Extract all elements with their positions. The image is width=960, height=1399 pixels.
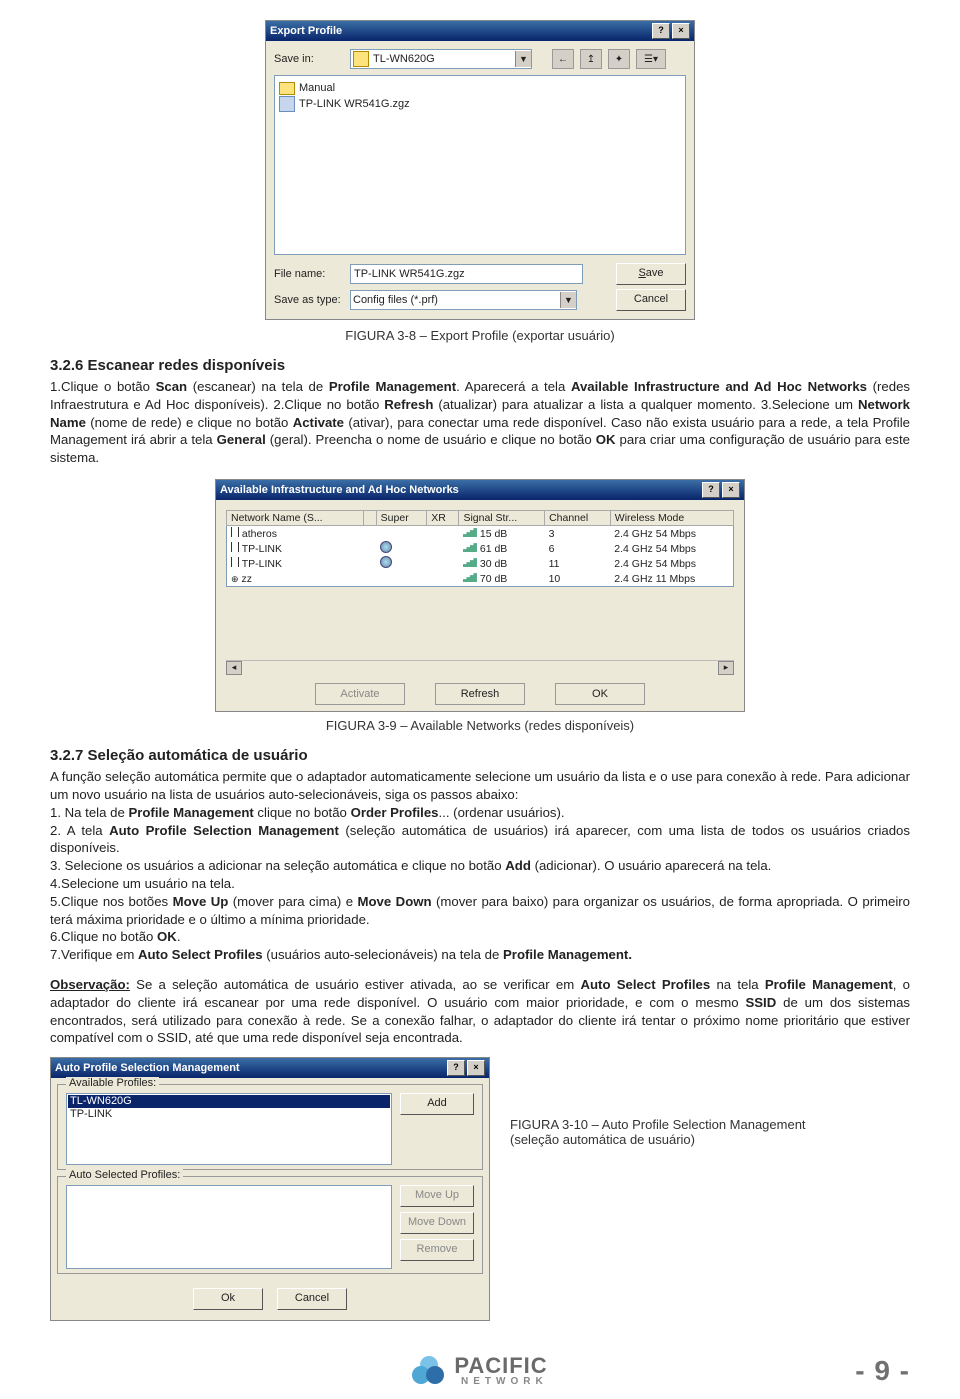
antenna-icon	[231, 527, 239, 537]
available-profiles-label: Available Profiles:	[66, 1077, 159, 1089]
table-header[interactable]: Channel	[545, 511, 611, 526]
refresh-button[interactable]: Refresh	[435, 683, 525, 705]
view-menu-icon[interactable]: ☰▾	[636, 49, 666, 69]
list-item[interactable]: TL-WN620G	[68, 1095, 390, 1108]
table-row[interactable]: ⊕ zz 70 dB102.4 GHz 11 Mbps	[227, 571, 734, 587]
cancel-button[interactable]: Cancel	[277, 1288, 347, 1310]
auto-selected-profiles-group: Auto Selected Profiles: Move Up Move Dow…	[57, 1176, 483, 1274]
section-326-text: 1.Clique o botão Scan (escanear) na tela…	[50, 378, 910, 467]
super-icon	[380, 541, 392, 553]
dialog-titlebar: Export Profile ? ×	[266, 21, 694, 41]
brand-logo: PACIFIC NETWORK	[412, 1355, 547, 1387]
save-in-combo[interactable]: TL-WN620G ▼	[350, 49, 532, 69]
filename-label: File name:	[274, 268, 344, 280]
scroll-left-icon[interactable]: ◂	[226, 661, 242, 675]
list-item[interactable]: TP-LINK WR541G.zgz	[279, 96, 681, 112]
horizontal-scrollbar[interactable]: ◂ ▸	[226, 660, 734, 675]
signal-icon	[463, 557, 477, 567]
close-button[interactable]: ×	[722, 482, 740, 498]
chevron-down-icon[interactable]: ▼	[560, 292, 576, 308]
list-item[interactable]: Manual	[279, 80, 681, 96]
dialog-title: Export Profile	[270, 25, 342, 37]
chevron-down-icon[interactable]: ▼	[515, 51, 531, 67]
ok-button[interactable]: Ok	[193, 1288, 263, 1310]
folder-icon	[279, 82, 295, 95]
folder-icon	[353, 51, 369, 67]
config-file-icon	[279, 96, 295, 112]
available-profiles-group: Available Profiles: TL-WN620G TP-LINK Ad…	[57, 1084, 483, 1170]
signal-icon	[463, 542, 477, 552]
saveastype-label: Save as type:	[274, 294, 344, 306]
auto-profile-selection-dialog: Auto Profile Selection Management ? × Av…	[50, 1057, 490, 1321]
wep-icon: ⊕	[231, 574, 239, 584]
close-button[interactable]: ×	[467, 1060, 485, 1076]
scroll-right-icon[interactable]: ▸	[718, 661, 734, 675]
move-down-button[interactable]: Move Down	[400, 1212, 474, 1234]
back-icon[interactable]: ←	[552, 49, 574, 69]
auto-selected-profiles-label: Auto Selected Profiles:	[66, 1169, 183, 1181]
networks-table[interactable]: Network Name (S... SuperXRSignal Str...Ch…	[226, 510, 734, 587]
save-in-value: TL-WN620G	[371, 53, 515, 65]
saveastype-value: Config files (*.prf)	[351, 294, 560, 306]
auto-selected-profiles-list[interactable]	[66, 1185, 392, 1269]
table-row[interactable]: TP-LINK 61 dB62.4 GHz 54 Mbps	[227, 541, 734, 556]
section-327-intro: A função seleção automática permite que …	[50, 768, 910, 804]
observation-note: Observação: Se a seleção automática de u…	[50, 976, 910, 1047]
dialog-titlebar: Auto Profile Selection Management ? ×	[51, 1058, 489, 1078]
table-row[interactable]: TP-LINK 30 dB112.4 GHz 54 Mbps	[227, 556, 734, 571]
logo-swirl-icon	[412, 1356, 448, 1386]
cancel-button[interactable]: Cancel	[616, 289, 686, 311]
filename-value: TP-LINK WR541G.zgz	[354, 268, 465, 280]
available-networks-dialog: Available Infrastructure and Ad Hoc Netw…	[215, 479, 745, 712]
save-button[interactable]: Save	[616, 263, 686, 285]
signal-icon	[463, 572, 477, 582]
help-button[interactable]: ?	[447, 1060, 465, 1076]
dialog-title: Available Infrastructure and Ad Hoc Netw…	[220, 484, 459, 496]
table-header[interactable]: Wireless Mode	[610, 511, 733, 526]
file-list[interactable]: Manual TP-LINK WR541G.zgz	[274, 75, 686, 255]
figure-caption-39: FIGURA 3-9 – Available Networks (redes d…	[50, 718, 910, 733]
move-up-button[interactable]: Move Up	[400, 1185, 474, 1207]
filename-input[interactable]: TP-LINK WR541G.zgz	[350, 264, 583, 284]
remove-button[interactable]: Remove	[400, 1239, 474, 1261]
page-footer: PACIFIC NETWORK - 9 -	[0, 1349, 960, 1399]
save-in-label: Save in:	[274, 53, 344, 65]
table-row[interactable]: atheros 15 dB32.4 GHz 54 Mbps	[227, 526, 734, 542]
table-header[interactable]: XR	[427, 511, 459, 526]
file-name: TP-LINK WR541G.zgz	[299, 98, 410, 110]
list-item[interactable]: TP-LINK	[68, 1108, 390, 1121]
close-button[interactable]: ×	[672, 23, 690, 39]
help-button[interactable]: ?	[652, 23, 670, 39]
heading-327: 3.2.7 Seleção automática de usuário	[50, 747, 910, 764]
file-name: Manual	[299, 82, 335, 94]
antenna-icon	[231, 557, 239, 567]
dialog-title: Auto Profile Selection Management	[55, 1062, 240, 1074]
figure-caption-38: FIGURA 3-8 – Export Profile (exportar us…	[50, 328, 910, 343]
export-profile-dialog: Export Profile ? × Save in: TL-WN620G ▼ …	[265, 20, 695, 320]
dialog-titlebar: Available Infrastructure and Ad Hoc Netw…	[216, 480, 744, 500]
page-number: - 9 -	[855, 1355, 910, 1386]
figure-caption-310: FIGURA 3-10 – Auto Profile Selection Man…	[510, 1057, 910, 1147]
brand-subtitle: NETWORK	[454, 1377, 547, 1387]
table-header[interactable]: Super	[376, 511, 427, 526]
brand-name: PACIFIC	[454, 1355, 547, 1377]
antenna-icon	[231, 542, 239, 552]
ok-button[interactable]: OK	[555, 683, 645, 705]
up-folder-icon[interactable]: ↥	[580, 49, 602, 69]
available-profiles-list[interactable]: TL-WN620G TP-LINK	[66, 1093, 392, 1165]
table-header[interactable]	[364, 511, 376, 526]
help-button[interactable]: ?	[702, 482, 720, 498]
table-header[interactable]: Network Name (S...	[227, 511, 364, 526]
activate-button[interactable]: Activate	[315, 683, 405, 705]
table-header[interactable]: Signal Str...	[459, 511, 545, 526]
new-folder-icon[interactable]: ✦	[608, 49, 630, 69]
heading-326: 3.2.6 Escanear redes disponíveis	[50, 357, 910, 374]
saveastype-combo[interactable]: Config files (*.prf) ▼	[350, 290, 577, 310]
section-327-steps: 1. Na tela de Profile Management clique …	[50, 804, 910, 964]
add-button[interactable]: Add	[400, 1093, 474, 1115]
signal-icon	[463, 527, 477, 537]
super-icon	[380, 556, 392, 568]
